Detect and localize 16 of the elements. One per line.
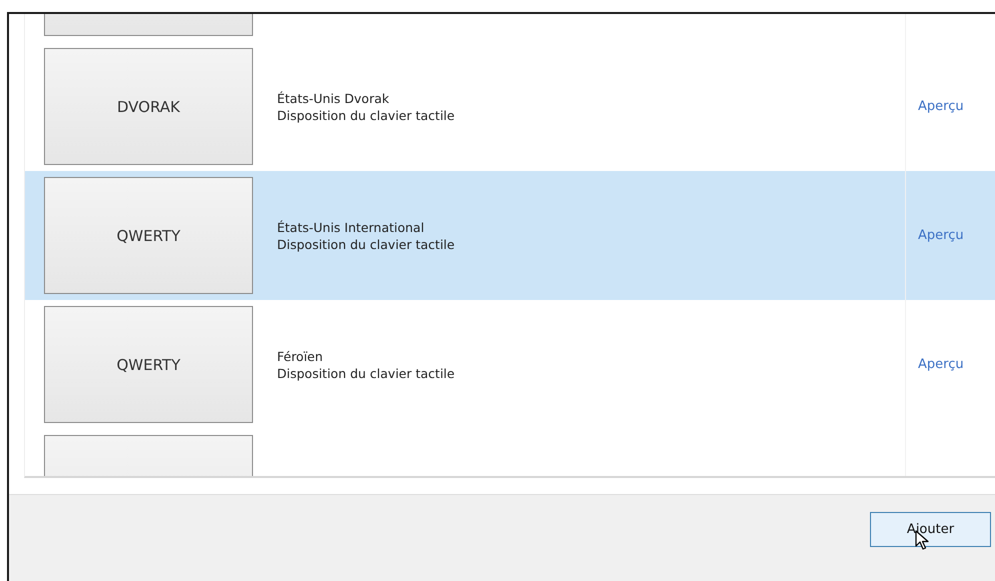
layout-name: États-Unis International bbox=[277, 220, 424, 234]
layout-name: États-Unis Dvorak bbox=[277, 90, 390, 106]
preview-link[interactable]: Aperçu bbox=[918, 228, 964, 243]
layout-row[interactable]: DVORAK États-Unis Dvorak Disposition du clavier tactile Aperçu bbox=[25, 42, 995, 171]
preview-link[interactable]: Aperçu bbox=[918, 357, 964, 372]
layout-description: Disposition du clavier tactile bbox=[277, 236, 455, 252]
preview-link[interactable]: Aperçu bbox=[918, 99, 964, 114]
layout-name: Féroïen bbox=[277, 348, 323, 364]
layout-key-button[interactable]: QWERTY bbox=[44, 306, 253, 423]
add-button[interactable]: Ajouter bbox=[870, 512, 991, 547]
layout-row[interactable]: QWERTY Féroïen Disposition du clavier tactile Aperçu bbox=[25, 300, 995, 429]
layout-description: Disposition du clavier tactile bbox=[277, 108, 455, 122]
layout-key-button[interactable]: QWERTY bbox=[44, 177, 253, 294]
layout-key-button[interactable]: DVORAK bbox=[44, 48, 253, 165]
layout-description: Disposition du clavier tactile bbox=[277, 366, 455, 380]
layout-row[interactable]: QWERTY États-Unis International Disposition du clavier tactile Aperçu bbox=[25, 171, 995, 300]
